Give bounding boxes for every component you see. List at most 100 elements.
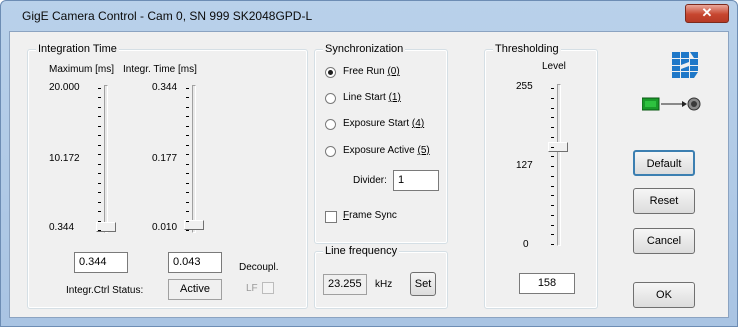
- slider-tick: [186, 211, 189, 212]
- slider-tick: [98, 116, 101, 117]
- slider-tick: [186, 183, 189, 184]
- slider-tick: [98, 211, 101, 212]
- line-frequency-group: Line frequency 23.255 kHz Set: [314, 245, 448, 309]
- slider-tick: [551, 234, 554, 235]
- exposure-active-label: Exposure Active (5): [343, 145, 430, 156]
- synchronization-group-label: Synchronization: [323, 43, 406, 55]
- slider-tick: [551, 117, 554, 118]
- decoupl-label: Decoupl.: [239, 262, 279, 273]
- company-logo: [672, 52, 698, 78]
- default-button[interactable]: Default: [633, 150, 695, 176]
- line-frequency-group-label: Line frequency: [323, 245, 400, 257]
- slider-tick: [551, 127, 554, 128]
- threshold-tick-label-bottom: 0: [523, 239, 529, 250]
- integr-tick-label-bottom: 0.010: [152, 222, 178, 233]
- slider-tick: [186, 221, 189, 222]
- synchronization-group: Synchronization Free Run (0) Line Start …: [314, 43, 448, 244]
- slider-tick: [98, 192, 101, 193]
- slider-tick: [186, 97, 189, 98]
- slider-tick: [551, 215, 554, 216]
- slider-tick: [551, 195, 554, 196]
- line-start-radio[interactable]: [325, 93, 336, 104]
- exposure-start-label: Exposure Start (4): [343, 118, 425, 129]
- slider-tick: [186, 202, 189, 203]
- slider-tick: [186, 173, 189, 174]
- lf-label: LF: [246, 283, 258, 294]
- slider-tick: [98, 183, 101, 184]
- free-run-label: Free Run (0): [343, 66, 400, 77]
- frame-sync-label: Frame Sync: [343, 210, 397, 221]
- slider-tick: [186, 164, 189, 165]
- maximum-slider-track: [104, 85, 108, 233]
- slider-tick: [98, 154, 101, 155]
- exposure-active-radio[interactable]: [325, 146, 336, 157]
- threshold-value-field[interactable]: 158: [519, 273, 575, 294]
- slider-tick: [98, 202, 101, 203]
- slider-tick: [551, 205, 554, 206]
- integr-tick-label-top: 0.344: [152, 82, 178, 93]
- line-start-label: Line Start (1): [343, 92, 401, 103]
- integr-ctrl-status-label: Integr.Ctrl Status:: [66, 285, 144, 296]
- slider-tick: [551, 88, 554, 89]
- maximum-value-field[interactable]: 0.344: [74, 252, 128, 273]
- integr-time-header: Integr. Time [ms]: [123, 64, 197, 75]
- max-tick-label-bottom: 0.344: [49, 222, 75, 233]
- slider-tick: [186, 154, 189, 155]
- slider-tick: [551, 186, 554, 187]
- free-run-radio[interactable]: [325, 67, 336, 78]
- slider-tick: [186, 126, 189, 127]
- slider-tick: [186, 145, 189, 146]
- slider-tick: [98, 145, 101, 146]
- reset-button[interactable]: Reset: [633, 188, 695, 214]
- slider-tick: [186, 192, 189, 193]
- threshold-tick-label-mid: 127: [516, 160, 533, 171]
- close-button[interactable]: ✕: [685, 4, 729, 23]
- exposure-start-radio[interactable]: [325, 119, 336, 130]
- max-tick-label-top: 20.000: [49, 82, 80, 93]
- slider-tick: [98, 107, 101, 108]
- integr-ctrl-status-value: Active: [168, 279, 222, 300]
- slider-tick: [98, 221, 101, 222]
- slider-tick: [98, 135, 101, 136]
- slider-tick: [98, 126, 101, 127]
- slider-tick: [551, 244, 554, 245]
- ok-button[interactable]: OK: [633, 282, 695, 308]
- threshold-slider-track: [557, 84, 561, 246]
- slider-tick: [98, 97, 101, 98]
- thresholding-group-label: Thresholding: [493, 43, 561, 55]
- set-line-frequency-button[interactable]: Set: [410, 272, 436, 296]
- camera-control-window: GigE Camera Control - Cam 0, SN 999 SK20…: [0, 0, 738, 327]
- slider-tick: [551, 98, 554, 99]
- threshold-tick-label-top: 255: [516, 81, 533, 92]
- slider-tick: [551, 147, 554, 148]
- sensor-to-camera-icon: [641, 95, 702, 113]
- slider-tick: [551, 225, 554, 226]
- integr-tick-label-mid: 0.177: [152, 153, 178, 164]
- integration-time-group: Integration Time Maximum [ms] Integr. Ti…: [27, 43, 308, 309]
- line-frequency-unit: kHz: [375, 279, 393, 290]
- slider-tick: [186, 230, 189, 231]
- slider-tick: [98, 173, 101, 174]
- divider-label: Divider:: [353, 175, 387, 186]
- maximum-header: Maximum [ms]: [49, 64, 114, 75]
- max-tick-label-mid: 10.172: [49, 153, 80, 164]
- divider-input[interactable]: 1: [393, 170, 439, 191]
- slider-tick: [98, 164, 101, 165]
- integr-time-slider-track: [192, 85, 196, 233]
- threshold-level-label: Level: [542, 61, 566, 72]
- slider-tick: [186, 116, 189, 117]
- cancel-button[interactable]: Cancel: [633, 228, 695, 254]
- title-bar[interactable]: GigE Camera Control - Cam 0, SN 999 SK20…: [1, 1, 737, 31]
- slider-tick: [551, 166, 554, 167]
- slider-tick: [186, 135, 189, 136]
- integr-time-value-field[interactable]: 0.043: [168, 252, 222, 273]
- thresholding-group: Thresholding Level 255 127 0 158: [484, 43, 598, 309]
- slider-tick: [551, 137, 554, 138]
- line-frequency-value: 23.255: [323, 274, 367, 295]
- integration-time-group-label: Integration Time: [36, 43, 119, 55]
- frame-sync-checkbox[interactable]: [325, 211, 337, 223]
- slider-tick: [98, 88, 101, 89]
- dialog-client-area: Integration Time Maximum [ms] Integr. Ti…: [9, 31, 729, 318]
- lf-decouple-checkbox[interactable]: [262, 282, 274, 294]
- slider-tick: [98, 230, 101, 231]
